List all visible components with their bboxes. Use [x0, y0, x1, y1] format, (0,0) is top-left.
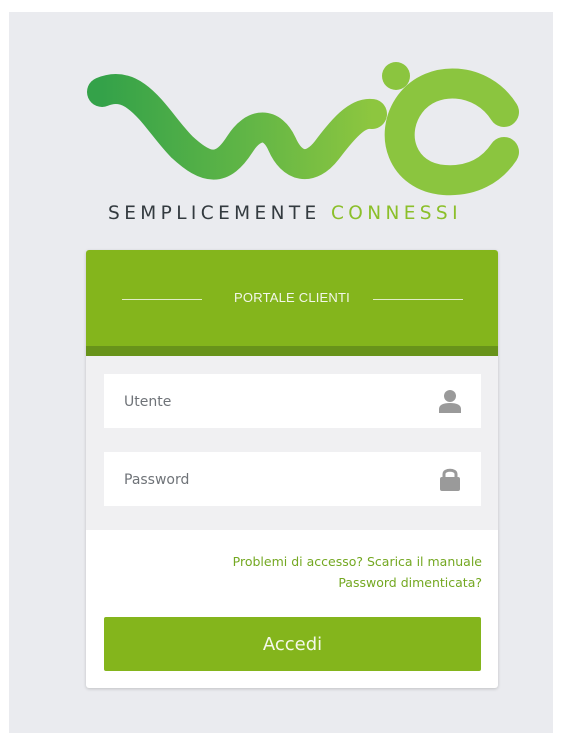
- password-input[interactable]: [122, 452, 426, 508]
- username-field-wrapper: [104, 374, 481, 430]
- card-header: PORTALE CLIENTI: [86, 250, 498, 346]
- tagline-accent: CONNESSI: [330, 203, 462, 224]
- help-links: Problemi di accesso? Scarica il manuale …: [233, 551, 482, 593]
- brand-logo: [87, 62, 519, 196]
- login-card: PORTALE CLIENTI Problemi di accesso? Sca…: [86, 250, 498, 688]
- credentials-section: [86, 356, 498, 530]
- username-input[interactable]: [122, 374, 426, 430]
- password-field-wrapper: [104, 452, 481, 508]
- login-button[interactable]: Accedi: [104, 617, 481, 671]
- header-band: [86, 346, 498, 356]
- download-manual-link[interactable]: Problemi di accesso? Scarica il manuale: [233, 551, 482, 572]
- user-icon: [439, 390, 461, 413]
- portal-title: PORTALE CLIENTI: [234, 290, 350, 305]
- brand-tagline: SEMPLICEMENTE CONNESSI: [0, 203, 570, 224]
- lock-icon: [440, 468, 460, 491]
- tagline-primary: SEMPLICEMENTE: [108, 203, 321, 224]
- forgot-password-link[interactable]: Password dimenticata?: [233, 572, 482, 593]
